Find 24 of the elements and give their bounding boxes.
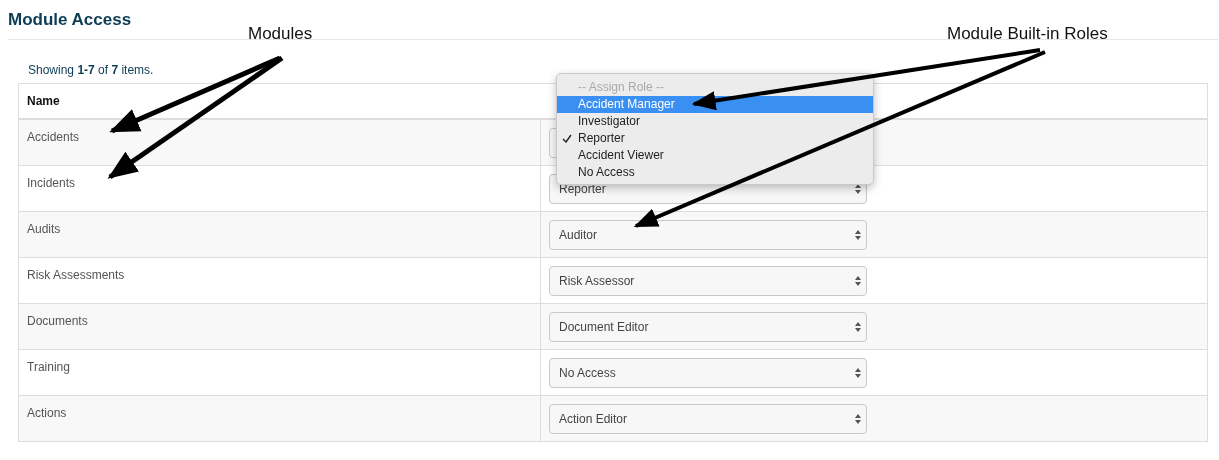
stepper-icon [855, 412, 861, 425]
role-select[interactable]: No Access [549, 357, 867, 388]
annotation-label: Modules [248, 24, 313, 44]
table-cell: Risk Assessments [18, 257, 541, 303]
summary-text: Showing 1-7 of 7 items. [28, 63, 155, 79]
menu-option[interactable]: Accident Viewer [557, 147, 873, 164]
role-select[interactable]: Risk Assessor [549, 265, 867, 296]
table-cell: Training [18, 349, 541, 395]
role-select[interactable]: Document Editor [549, 311, 867, 342]
table-cell: Actions [18, 395, 541, 441]
role-select[interactable]: Action Editor [549, 403, 867, 434]
table-cell: Accidents [18, 119, 541, 165]
stepper-icon [855, 366, 861, 379]
page-title: Module Access [7, 9, 133, 30]
stepper-icon [855, 320, 861, 333]
role-select[interactable]: Auditor [549, 219, 867, 250]
stepper-icon [855, 228, 861, 241]
menu-option[interactable]: Reporter [557, 130, 873, 147]
annotation-label: Module Built-in Roles [947, 24, 1108, 44]
table-cell: Incidents [18, 165, 541, 211]
table-cell: Audits [18, 211, 541, 257]
stepper-icon [855, 274, 861, 287]
stepper-icon [855, 182, 861, 195]
table-cell: Documents [18, 303, 541, 349]
